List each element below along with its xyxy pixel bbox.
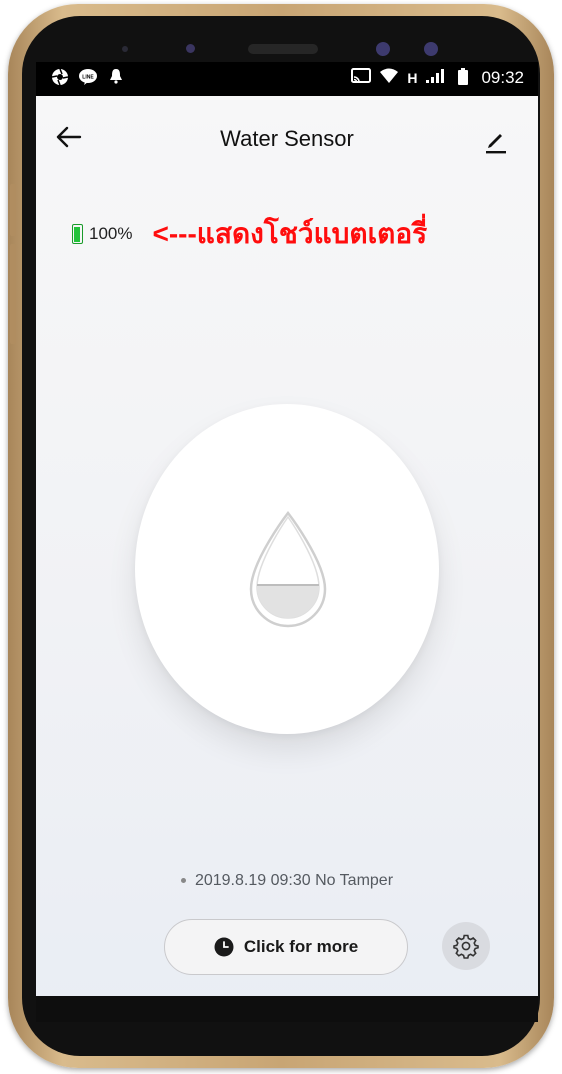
earpiece-speaker: [248, 44, 318, 54]
network-type: H: [407, 70, 418, 86]
sensor-status-circle[interactable]: [135, 404, 439, 734]
page-title: Water Sensor: [220, 126, 354, 151]
svg-text:LINE: LINE: [82, 75, 94, 81]
volume-button: [10, 184, 16, 236]
settings-button[interactable]: [442, 922, 490, 970]
aperture-icon: [50, 68, 70, 88]
clock-icon: [214, 937, 234, 957]
cast-icon: [351, 68, 372, 88]
last-event: 2019.8.19 09:30 No Tamper: [36, 872, 538, 890]
front-camera-2: [424, 42, 438, 56]
battery-annotation: <---แสดงโชว์แบตเตอรี่: [152, 218, 428, 249]
battery-level-fill: [74, 227, 80, 242]
wifi-icon: [379, 68, 399, 88]
main-content: Water Sensor 100% <---แสดงโชว์แบตเตอรี่: [36, 96, 538, 1022]
pencil-icon: [486, 134, 506, 154]
last-event-text: 2019.8.19 09:30 No Tamper: [194, 872, 394, 889]
sensor-dot: [122, 46, 128, 52]
notification-bell-icon: [106, 68, 126, 88]
power-button: [10, 244, 16, 344]
battery-indicator: 100% <---แสดงโชว์แบตเตอรี่: [72, 212, 427, 256]
water-drop-icon: [249, 510, 327, 628]
signal-icon: [425, 68, 445, 88]
bullet-icon: [180, 878, 186, 884]
click-for-more-button[interactable]: Click for more: [164, 919, 408, 975]
phone-top-hardware: [0, 34, 562, 64]
battery-icon: [72, 224, 83, 244]
battery-status-icon: [453, 68, 473, 88]
click-for-more-label: Click for more: [243, 937, 359, 956]
app-header: Water Sensor: [36, 96, 538, 188]
clock-time: 09:32: [481, 68, 524, 87]
gear-icon: [453, 934, 479, 959]
front-camera-left: [186, 44, 195, 53]
front-camera: [376, 42, 390, 56]
line-app-icon: LINE: [78, 68, 98, 88]
battery-percent: 100%: [89, 224, 133, 243]
screen: LINE H 09:32 Water Sensor 100% <---แสดงโ…: [36, 62, 538, 1022]
status-bar: LINE H 09:32: [36, 62, 538, 96]
edit-button[interactable]: [480, 124, 514, 158]
bottom-bezel: [36, 996, 538, 1022]
